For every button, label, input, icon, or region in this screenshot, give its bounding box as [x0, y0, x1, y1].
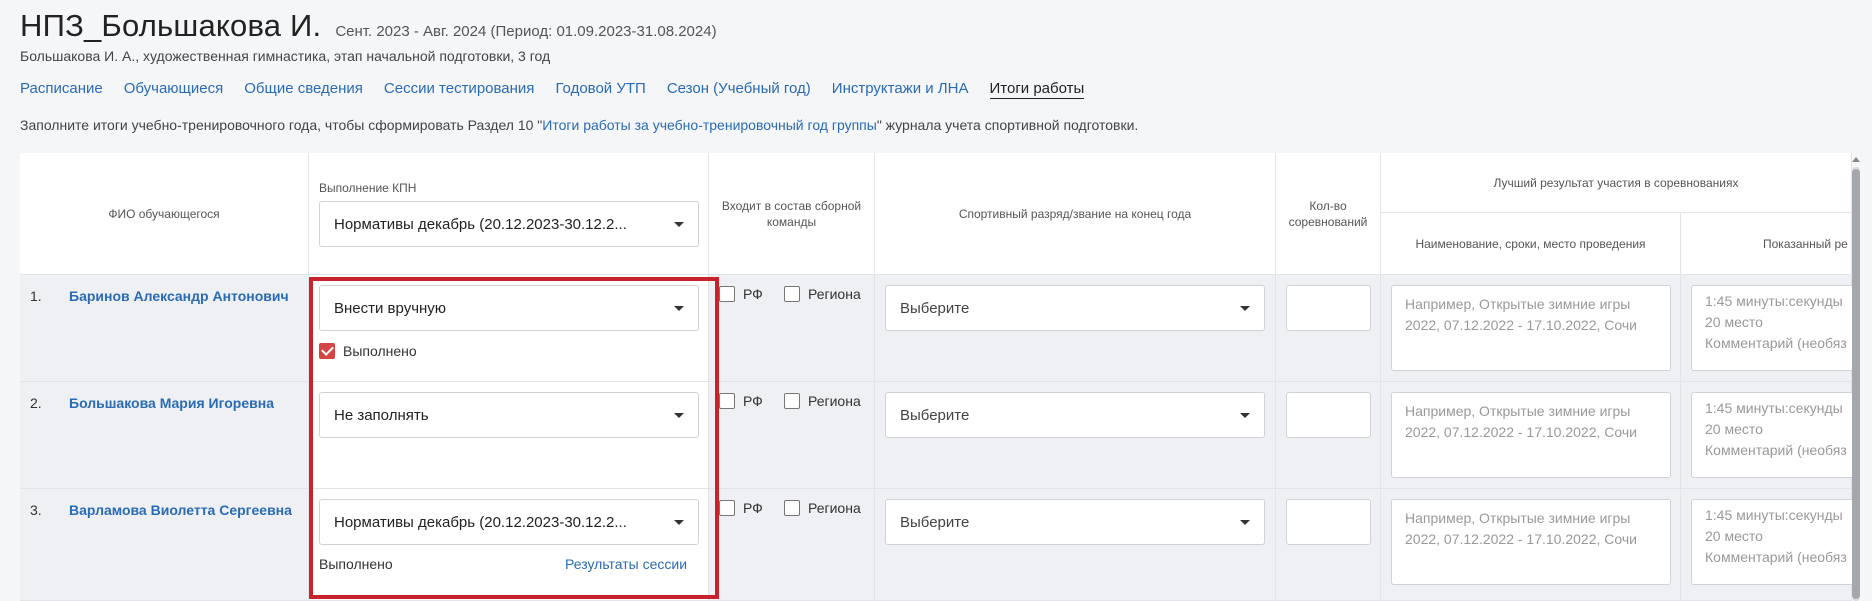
row-3-competition-textarea[interactable]: Например, Открытые зимние игры 2022, 07.…	[1391, 499, 1671, 585]
row-2-competition-placeholder-line-1: Например, Открытые зимние игры	[1405, 403, 1631, 419]
row-3-student-name[interactable]: Варламова Виолетта Сергеевна	[69, 502, 292, 518]
tab-bar: Расписание Обучающиеся Общие сведения Се…	[20, 80, 1085, 99]
row-3-region-label: Региона	[808, 500, 861, 516]
chevron-down-icon	[1240, 519, 1250, 525]
row-2-rank-select[interactable]: Выберите	[885, 392, 1265, 438]
row-1-count-input[interactable]	[1286, 285, 1371, 331]
row-3-rf-checkbox[interactable]	[719, 500, 735, 516]
hint-section-link[interactable]: Итоги работы за учебно-тренировочный год…	[542, 117, 877, 133]
tab-schedule[interactable]: Расписание	[20, 80, 103, 99]
tab-season[interactable]: Сезон (Учебный год)	[667, 80, 811, 99]
header-kpn-label: Выполнение КПН	[319, 181, 417, 195]
row-1-done-checkbox[interactable]	[319, 343, 335, 359]
row-2-competition-placeholder-line-2: 2022, 07.12.2022 - 17.10.2022, Сочи	[1405, 424, 1637, 440]
row-2-rf-checkbox[interactable]	[719, 393, 735, 409]
page-title: НПЗ_Большакова И.	[20, 8, 322, 43]
row-2-competition-textarea[interactable]: Например, Открытые зимние игры 2022, 07.…	[1391, 392, 1671, 478]
row-1-result-placeholder-line-3: Комментарий (необяз	[1705, 335, 1847, 351]
row-1-region-checkbox[interactable]	[784, 286, 800, 302]
kpn-filter-select[interactable]: Нормативы декабрь (20.12.2023-30.12.2...	[319, 201, 699, 247]
row-1-result-textarea[interactable]: 1:45 минуты:секунды 20 место Комментарий…	[1691, 285, 1852, 371]
row-2-region-label: Региона	[808, 393, 861, 409]
header-best-name: Наименование, сроки, место проведения	[1381, 213, 1681, 275]
row-1-kpn-select[interactable]: Внести вручную	[319, 285, 699, 331]
row-2-result-placeholder-line-1: 1:45 минуты:секунды	[1705, 400, 1843, 416]
period-label: Сент. 2023 - Авг. 2024 (Период: 01.09.20…	[335, 23, 717, 40]
row-3-rf-label: РФ	[743, 500, 763, 516]
row-1-rank-value: Выберите	[900, 299, 970, 317]
row-2-number: 2.	[30, 395, 42, 411]
header-fio: ФИО обучающегося	[20, 153, 309, 275]
tab-briefings[interactable]: Инструктажи и ЛНА	[832, 80, 969, 99]
tab-general-info[interactable]: Общие сведения	[244, 80, 363, 99]
chevron-down-icon	[674, 412, 684, 418]
header-rank: Спортивный разряд/звание на конец года	[875, 153, 1276, 275]
row-1-competition-placeholder-line-2: 2022, 07.12.2022 - 17.10.2022, Сочи	[1405, 317, 1637, 333]
row-1-done-label: Выполнено	[343, 343, 417, 359]
tab-testing-sessions[interactable]: Сессии тестирования	[384, 80, 535, 99]
row-3-count-input[interactable]	[1286, 499, 1371, 545]
row-2-result-textarea[interactable]: 1:45 минуты:секунды 20 место Комментарий…	[1691, 392, 1852, 478]
table-scrollbar[interactable]	[1850, 157, 1862, 601]
row-3-kpn-select[interactable]: Нормативы декабрь (20.12.2023-30.12.2...	[319, 499, 699, 545]
row-3-rank-value: Выберите	[900, 513, 970, 531]
row-3-result-placeholder-line-3: Комментарий (необяз	[1705, 549, 1847, 565]
row-2-student-name[interactable]: Большакова Мария Игоревна	[69, 395, 274, 411]
row-1-kpn-value: Внести вручную	[334, 299, 447, 317]
group-subtitle: Большакова И. А., художественная гимнаст…	[20, 48, 551, 64]
row-1-student-name[interactable]: Баринов Александр Антонович	[69, 288, 289, 304]
row-3-competition-placeholder-line-1: Например, Открытые зимние игры	[1405, 510, 1631, 526]
tab-annual-plan[interactable]: Годовой УТП	[555, 80, 645, 99]
row-1-rf-label: РФ	[743, 286, 763, 302]
row-2-region-checkbox[interactable]	[784, 393, 800, 409]
results-table: ФИО обучающегося Выполнение КПН Входит в…	[20, 153, 1852, 601]
chevron-down-icon	[1240, 305, 1250, 311]
row-2-result-placeholder-line-3: Комментарий (необяз	[1705, 442, 1847, 458]
row-3-result-placeholder-line-1: 1:45 минуты:секунды	[1705, 507, 1843, 523]
chevron-down-icon	[674, 305, 684, 311]
row-3-region-checkbox[interactable]	[784, 500, 800, 516]
scrollbar-thumb[interactable]	[1852, 169, 1860, 599]
row-1-number: 1.	[30, 288, 42, 304]
row-3-result-placeholder-line-2: 20 место	[1705, 528, 1763, 544]
row-2-rank-value: Выберите	[900, 406, 970, 424]
header-count: Кол-во соревнований	[1276, 153, 1381, 275]
row-2-kpn-value: Не заполнять	[334, 406, 429, 424]
row-1-competition-textarea[interactable]: Например, Открытые зимние игры 2022, 07.…	[1391, 285, 1671, 371]
header-team: Входит в состав сборной команды	[709, 153, 875, 275]
row-3-kpn-value: Нормативы декабрь (20.12.2023-30.12.2...	[334, 513, 627, 531]
row-1-result-placeholder-line-1: 1:45 минуты:секунды	[1705, 293, 1843, 309]
row-1-competition-placeholder-line-1: Например, Открытые зимние игры	[1405, 296, 1631, 312]
row-3-rank-select[interactable]: Выберите	[885, 499, 1265, 545]
row-2-kpn-select[interactable]: Не заполнять	[319, 392, 699, 438]
row-1-result-placeholder-line-2: 20 место	[1705, 314, 1763, 330]
row-3-competition-placeholder-line-2: 2022, 07.12.2022 - 17.10.2022, Сочи	[1405, 531, 1637, 547]
row-3-number: 3.	[30, 502, 42, 518]
page-header: НПЗ_Большакова И. Сент. 2023 - Авг. 2024…	[20, 8, 1860, 64]
header-best: Лучший результат участия в соревнованиях	[1381, 153, 1852, 213]
scroll-up-arrow-icon[interactable]	[1852, 157, 1860, 162]
row-3-result-textarea[interactable]: 1:45 минуты:секунды 20 место Комментарий…	[1691, 499, 1852, 585]
row-2-count-input[interactable]	[1286, 392, 1371, 438]
hint-after: " журнала учета спортивной подготовки.	[876, 117, 1139, 133]
hint-text: Заполните итоги учебно-тренировочного го…	[20, 117, 1138, 133]
row-2-rf-label: РФ	[743, 393, 763, 409]
row-1-rank-select[interactable]: Выберите	[885, 285, 1265, 331]
hint-before: Заполните итоги учебно-тренировочного го…	[20, 117, 543, 133]
chevron-down-icon	[674, 519, 684, 525]
row-2-result-placeholder-line-2: 20 место	[1705, 421, 1763, 437]
header-best-result: Показанный ре	[1681, 213, 1852, 275]
kpn-filter-value: Нормативы декабрь (20.12.2023-30.12.2...	[334, 215, 627, 233]
row-3-session-results-link[interactable]: Результаты сессии	[565, 556, 687, 572]
tab-work-results[interactable]: Итоги работы	[989, 80, 1085, 99]
chevron-down-icon	[674, 221, 684, 227]
row-1-region-label: Региона	[808, 286, 861, 302]
row-3-done-text: Выполнено	[319, 556, 393, 572]
tab-students[interactable]: Обучающиеся	[124, 80, 224, 99]
chevron-down-icon	[1240, 412, 1250, 418]
row-1-rf-checkbox[interactable]	[719, 286, 735, 302]
